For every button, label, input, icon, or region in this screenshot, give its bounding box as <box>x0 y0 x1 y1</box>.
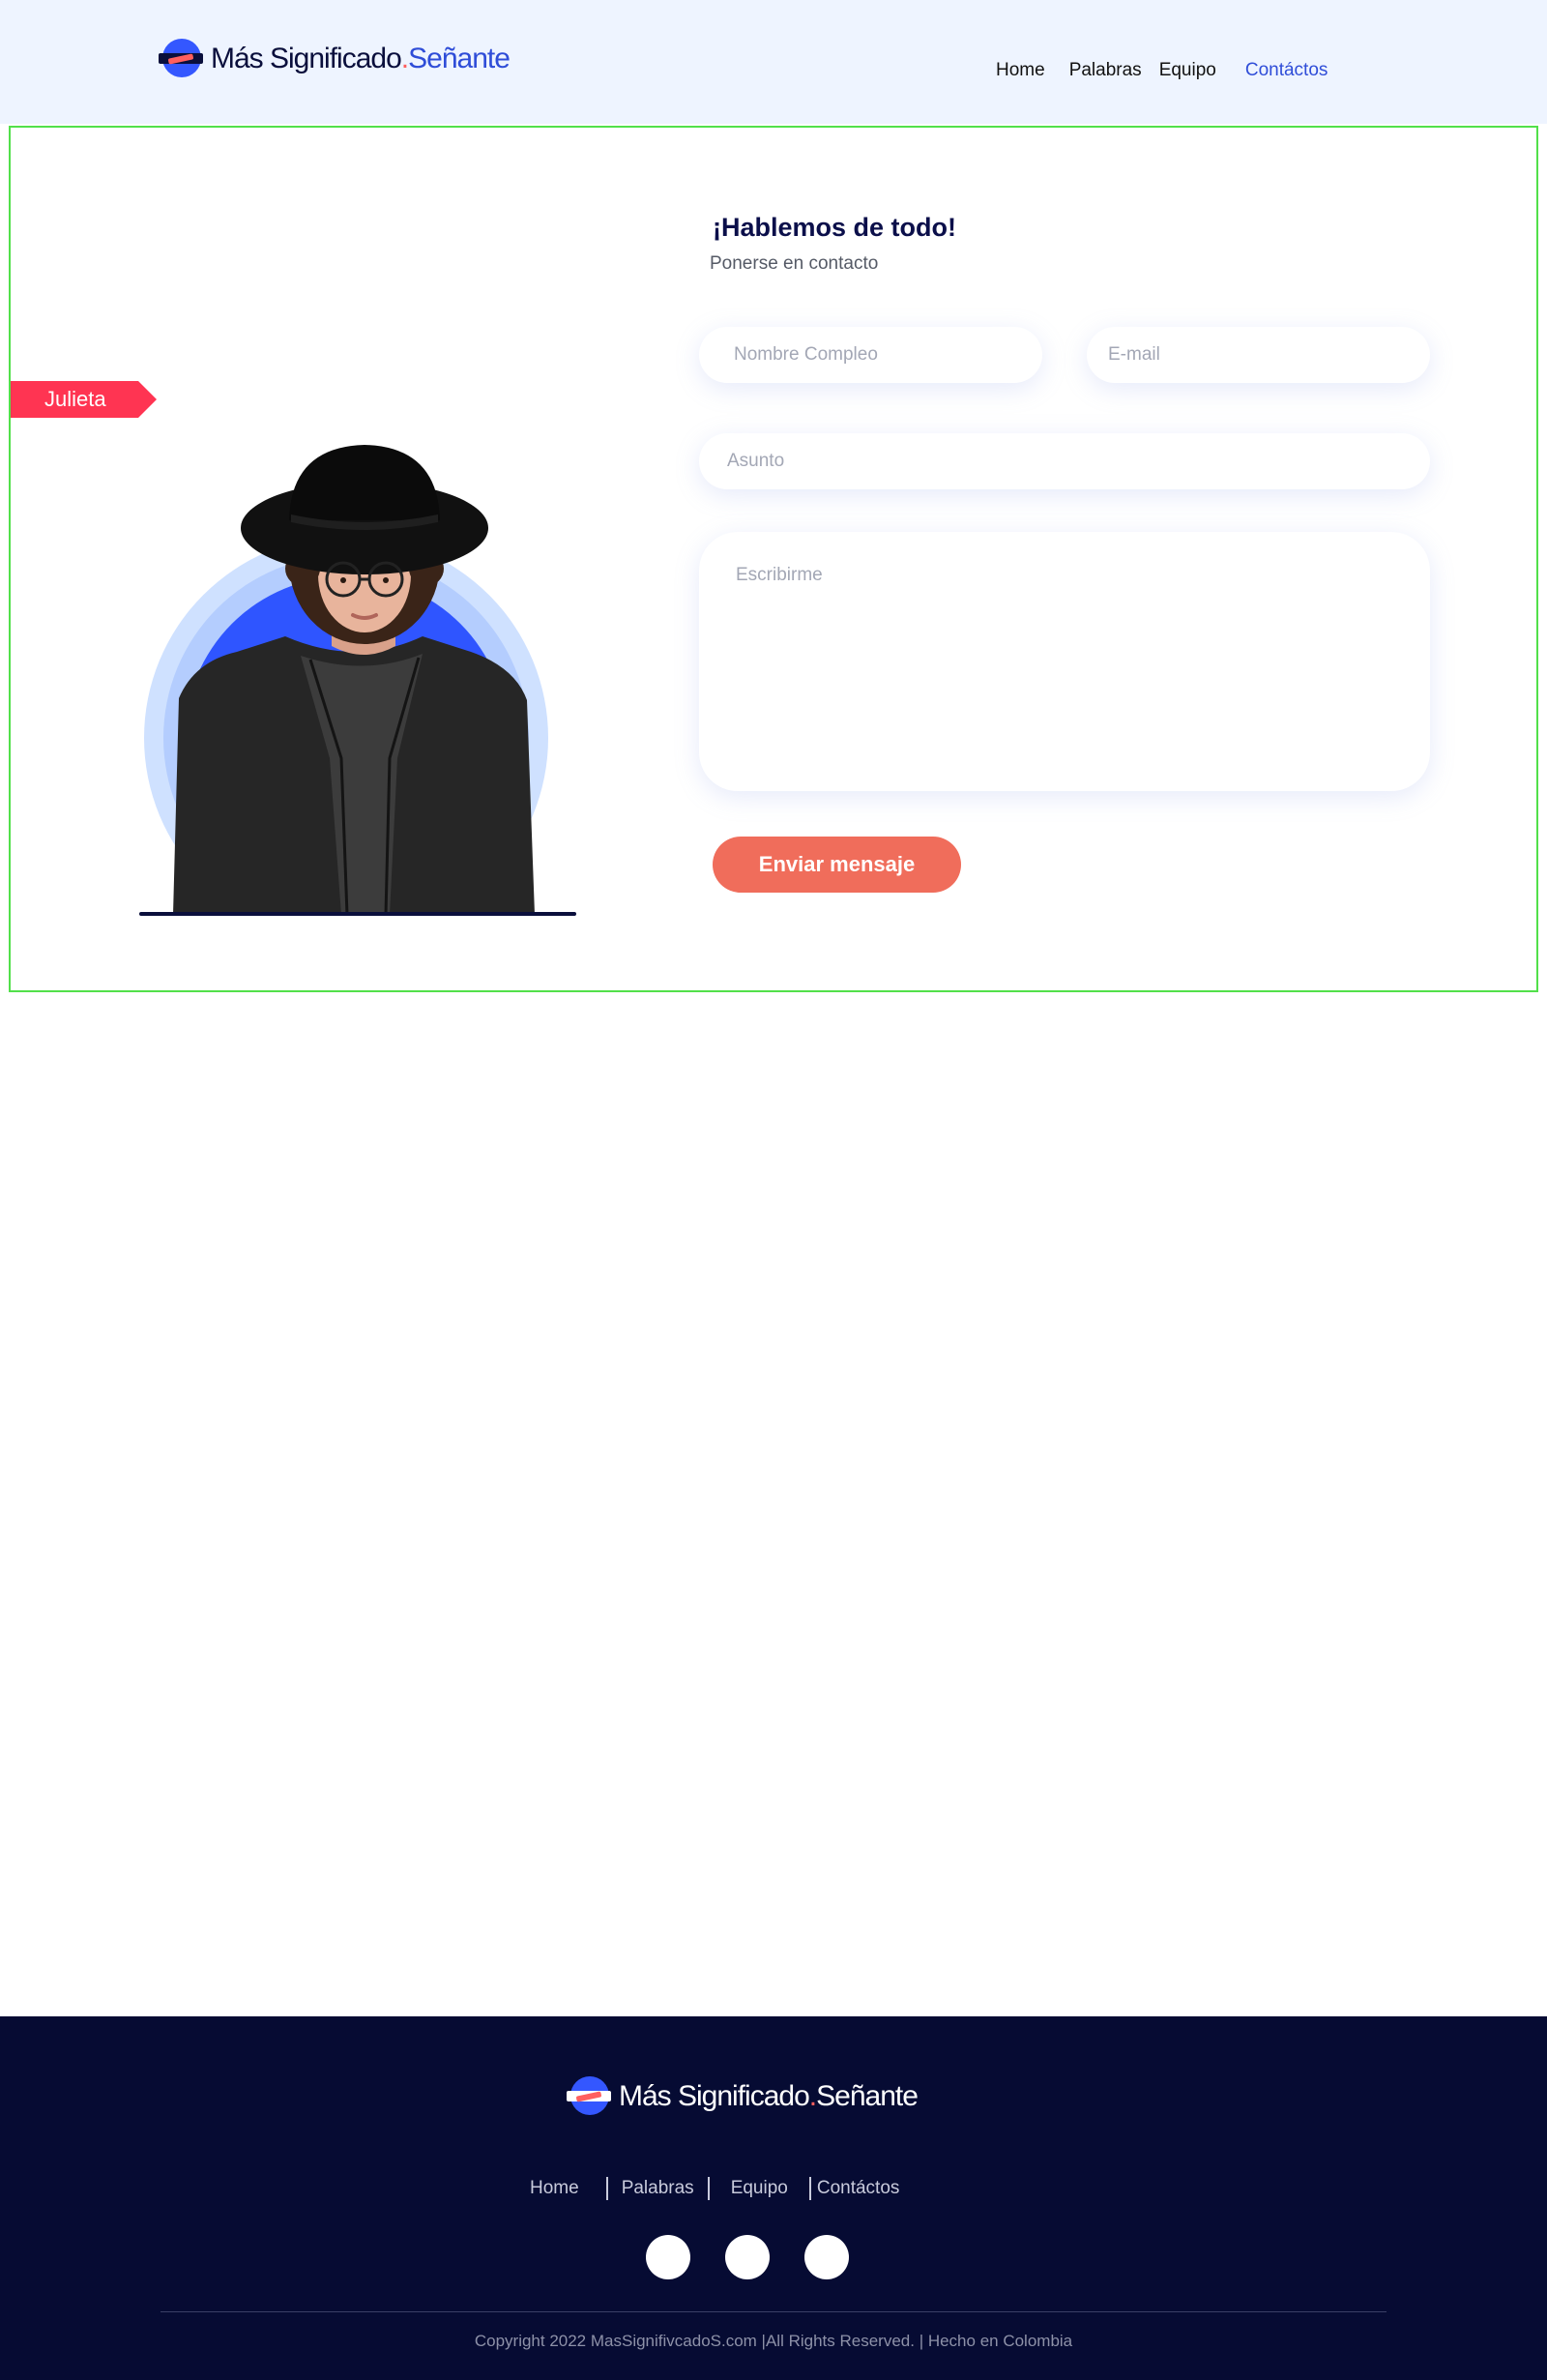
send-message-button[interactable]: Enviar mensaje <box>713 837 961 893</box>
logo-mark-icon <box>159 37 203 81</box>
footer-logo-text: Más Significado.Señante <box>619 2080 919 2112</box>
contact-section: Julieta ¡Hablemos de todo! Ponerse en co… <box>9 126 1538 992</box>
footer-divider <box>161 2311 1386 2312</box>
email-field[interactable] <box>1087 327 1430 383</box>
person-photo <box>173 445 535 915</box>
footer-nav-contactos[interactable]: Contáctos <box>817 2178 900 2199</box>
footer-nav-equipo[interactable]: Equipo <box>731 2178 788 2199</box>
site-footer: Más Significado.Señante Home Palabras Eq… <box>0 2016 1547 2380</box>
nav-contactos[interactable]: Contáctos <box>1245 60 1328 81</box>
portrait-baseline <box>139 912 576 916</box>
nav-palabras[interactable]: Palabras <box>1069 60 1142 81</box>
nav-equipo[interactable]: Equipo <box>1159 60 1216 81</box>
portrait <box>136 439 591 969</box>
footer-nav: Home Palabras Equipo Contáctos <box>530 2177 899 2200</box>
social-icon[interactable] <box>804 2235 849 2279</box>
header-logo[interactable]: Más Significado.Señante <box>159 37 511 81</box>
social-icon[interactable] <box>725 2235 770 2279</box>
logo-text: Más Significado.Señante <box>211 43 511 74</box>
site-header: Más Significado.Señante Home Palabras Eq… <box>0 0 1547 124</box>
copyright-text: Copyright 2022 MasSignifivcadoS.com |All… <box>474 2332 1073 2350</box>
main-nav: Home Palabras Equipo Contáctos <box>996 60 1328 81</box>
footer-nav-divider <box>605 2177 608 2200</box>
footer-nav-divider <box>808 2177 811 2200</box>
social-links <box>646 2235 849 2279</box>
name-tag: Julieta <box>11 381 157 418</box>
nav-home[interactable]: Home <box>996 60 1045 81</box>
social-icon[interactable] <box>646 2235 690 2279</box>
logo-mark-icon <box>567 2074 611 2119</box>
name-field[interactable] <box>699 327 1042 383</box>
footer-nav-divider <box>707 2177 710 2200</box>
footer-logo[interactable]: Más Significado.Señante <box>567 2074 919 2119</box>
footer-nav-home[interactable]: Home <box>530 2178 579 2199</box>
message-field[interactable] <box>699 532 1430 791</box>
form-title: ¡Hablemos de todo! <box>713 213 957 242</box>
form-subtitle: Ponerse en contacto <box>710 253 879 274</box>
footer-nav-palabras[interactable]: Palabras <box>622 2178 694 2199</box>
subject-field[interactable] <box>699 433 1430 489</box>
